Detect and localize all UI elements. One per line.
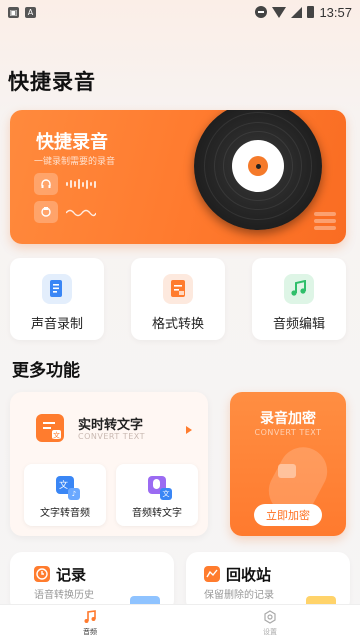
bottom-nav: 音频 设置	[0, 604, 360, 640]
image-icon: A	[25, 6, 36, 18]
status-time: 13:57	[319, 4, 352, 20]
music-note-icon	[82, 609, 98, 625]
settings-icon	[262, 609, 278, 625]
nav-label-settings: 设置	[263, 628, 277, 636]
recycle-subtitle: 保留删除的记录	[204, 590, 274, 601]
more-functions-panel: 文 实时转文字 CONVERT TEXT 文 ♪ 文字转音频 文 音频转文字	[10, 392, 208, 536]
audio-to-text-button[interactable]: 文 音频转文字	[116, 464, 198, 526]
svg-text:文: 文	[53, 431, 60, 440]
notification-icon: ▣	[8, 6, 19, 18]
encrypt-now-button[interactable]: 立即加密	[254, 504, 322, 526]
voice-record-icon	[42, 274, 72, 304]
status-left: ▣ A	[8, 6, 36, 18]
audio-to-text-icon: 文	[148, 476, 172, 500]
signal-icon	[291, 6, 303, 18]
text-to-audio-button[interactable]: 文 ♪ 文字转音频	[24, 464, 106, 526]
nav-label-audio: 音频	[83, 628, 97, 636]
menu-lines-icon	[314, 212, 336, 230]
wifi-icon	[272, 6, 287, 18]
wave-line-icon	[65, 203, 97, 222]
format-convert-icon	[163, 274, 193, 304]
records-subtitle: 语音转换历史	[34, 590, 94, 601]
status-bar: ▣ A 13:57	[0, 0, 360, 24]
page-title: 快捷录音	[8, 70, 96, 94]
play-arrow-icon	[186, 426, 192, 434]
text-to-audio-label: 文字转音频	[40, 508, 90, 519]
audio-to-text-label: 音频转文字	[132, 508, 182, 519]
recycle-title: 回收站	[226, 566, 272, 584]
tool-label: 格式转换	[151, 317, 204, 332]
battery-icon	[307, 6, 315, 18]
tool-label: 声音录制	[30, 317, 83, 332]
vinyl-record-icon	[194, 110, 322, 230]
clock-icon	[34, 566, 50, 582]
encrypt-subtitle: CONVERT TEXT	[254, 428, 322, 437]
tool-label: 音频编辑	[272, 317, 325, 332]
nav-tab-settings[interactable]: 设置	[180, 605, 360, 640]
records-title: 记录	[56, 566, 87, 584]
recycle-icon	[204, 566, 220, 582]
hero-row-1	[34, 172, 118, 196]
audio-edit-icon	[284, 274, 314, 304]
realtime-subtitle: CONVERT TEXT	[78, 432, 145, 441]
recorder-icon	[34, 201, 58, 223]
hero-banner[interactable]: 快捷录音 一键录制需要的录音	[10, 110, 346, 244]
encrypt-card[interactable]: 录音加密 CONVERT TEXT 立即加密	[230, 392, 346, 536]
section-title-more: 更多功能	[12, 361, 80, 381]
nav-tab-audio[interactable]: 音频	[0, 605, 180, 640]
tool-audio-edit[interactable]: 音频编辑	[252, 258, 346, 340]
tool-voice-record[interactable]: 声音录制	[10, 258, 104, 340]
hero-row-2	[34, 200, 118, 224]
tool-format-convert[interactable]: 格式转换	[131, 258, 225, 340]
records-card[interactable]: 记录 语音转换历史	[10, 552, 174, 616]
audio-wave-icon	[66, 179, 96, 189]
realtime-title: 实时转文字	[78, 418, 144, 433]
hero-subtitle: 一键录制需要的录音	[34, 157, 116, 167]
headphones-icon	[34, 173, 58, 195]
realtime-text-icon: 文	[36, 414, 64, 442]
dnd-icon	[255, 6, 268, 18]
text-to-audio-icon: 文 ♪	[56, 476, 80, 500]
encrypt-title: 录音加密	[260, 411, 316, 427]
lock-icon	[278, 464, 296, 478]
status-right: 13:57	[255, 5, 352, 20]
hero-title: 快捷录音	[36, 132, 108, 153]
recycle-bin-card[interactable]: 回收站 保留删除的记录	[186, 552, 350, 616]
